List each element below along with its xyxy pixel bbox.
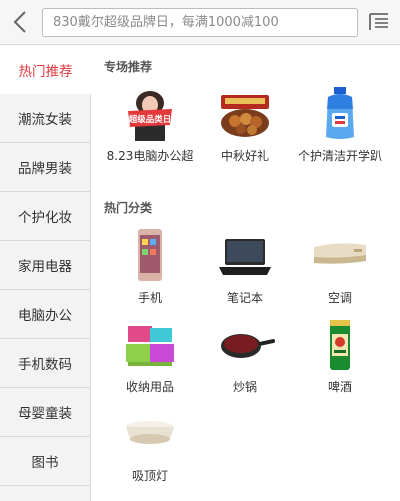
category-sidebar: 热门推荐 潮流女装 品牌男装 个护化妆 家用电器 电脑办公 手机数码 母婴童装 … <box>0 45 91 501</box>
laptop-image <box>215 227 275 285</box>
tile-label: 中秋好礼 <box>220 149 269 163</box>
category-tile-laptop[interactable]: 笔记本 <box>200 227 290 307</box>
category-tile-wok[interactable]: 炒锅 <box>200 316 290 396</box>
sidebar-item-label: 热门推荐 <box>18 63 73 80</box>
featured-tile-personal-care[interactable]: 个护清洁开学趴 <box>295 85 385 165</box>
category-tile-storage[interactable]: 收纳用品 <box>105 316 195 396</box>
sidebar-item-label: 个护化妆 <box>18 210 72 226</box>
tile-label: 炒锅 <box>232 380 257 394</box>
section-title-featured: 专场推荐 <box>104 60 153 74</box>
category-tile-ceiling-lamp[interactable]: 吸顶灯 <box>105 405 195 485</box>
category-content: 专场推荐 超级品类日 8.23电脑办公超 中秋好礼 个护清洁开学趴 热门分类 手… <box>91 45 400 501</box>
sidebar-item-label: 图书 <box>31 455 59 471</box>
sidebar-item-womens-fashion[interactable]: 潮流女装 <box>0 94 90 143</box>
sidebar-item-label: 潮流女装 <box>18 112 72 128</box>
sidebar-item-label: 母婴童装 <box>18 406 72 422</box>
sidebar-item-books[interactable]: 图书 <box>0 437 90 486</box>
sidebar-item-hot[interactable]: 热门推荐 <box>0 45 91 94</box>
category-menu-icon[interactable] <box>368 11 390 33</box>
tile-label: 笔记本 <box>226 291 263 305</box>
tile-label: 空调 <box>327 291 352 305</box>
category-tile-air-conditioner[interactable]: 空调 <box>295 227 385 307</box>
beer-image <box>310 316 370 374</box>
sidebar-item-label: 家用电器 <box>18 259 72 275</box>
sidebar-item-phones-digital[interactable]: 手机数码 <box>0 339 90 388</box>
search-box[interactable] <box>42 8 358 37</box>
phone-image <box>120 227 180 285</box>
back-icon[interactable] <box>8 8 34 36</box>
ceiling-lamp-image <box>120 405 180 463</box>
wok-image <box>215 316 276 374</box>
sidebar-item-label: 手机数码 <box>18 357 72 373</box>
super-brand-day-promo-image: 超级品类日 <box>120 85 180 143</box>
tile-label: 啤酒 <box>327 380 352 394</box>
top-bar <box>0 0 400 45</box>
detergent-bottle-image <box>310 85 370 143</box>
sidebar-item-label: 电脑办公 <box>18 308 72 324</box>
category-tile-phone[interactable]: 手机 <box>105 227 195 307</box>
mid-autumn-gift-box-image <box>215 85 275 143</box>
storage-boxes-image <box>120 316 180 374</box>
tile-label: 8.23电脑办公超 <box>106 149 194 163</box>
tile-label: 吸顶灯 <box>131 469 168 483</box>
sidebar-item-personal-care[interactable]: 个护化妆 <box>0 192 90 241</box>
sidebar-item-computers[interactable]: 电脑办公 <box>0 290 90 339</box>
air-conditioner-image <box>310 227 370 285</box>
sidebar-item-mens-brands[interactable]: 品牌男装 <box>0 143 90 192</box>
category-tile-beer[interactable]: 啤酒 <box>295 316 385 396</box>
sidebar-item-home-appliances[interactable]: 家用电器 <box>0 241 90 290</box>
tile-label: 个护清洁开学趴 <box>297 149 382 163</box>
tile-label: 收纳用品 <box>125 380 174 394</box>
promo-badge-text: 超级品类日 <box>128 114 172 125</box>
featured-tile-super-brand-day[interactable]: 超级品类日 8.23电脑办公超 <box>105 85 195 165</box>
tile-label: 手机 <box>137 291 162 305</box>
sidebar-item-baby-kids[interactable]: 母婴童装 <box>0 388 90 437</box>
search-input[interactable] <box>43 9 357 36</box>
sidebar-item-label: 品牌男装 <box>18 161 72 177</box>
section-title-hot-categories: 热门分类 <box>104 201 153 215</box>
featured-tile-mid-autumn[interactable]: 中秋好礼 <box>200 85 290 165</box>
